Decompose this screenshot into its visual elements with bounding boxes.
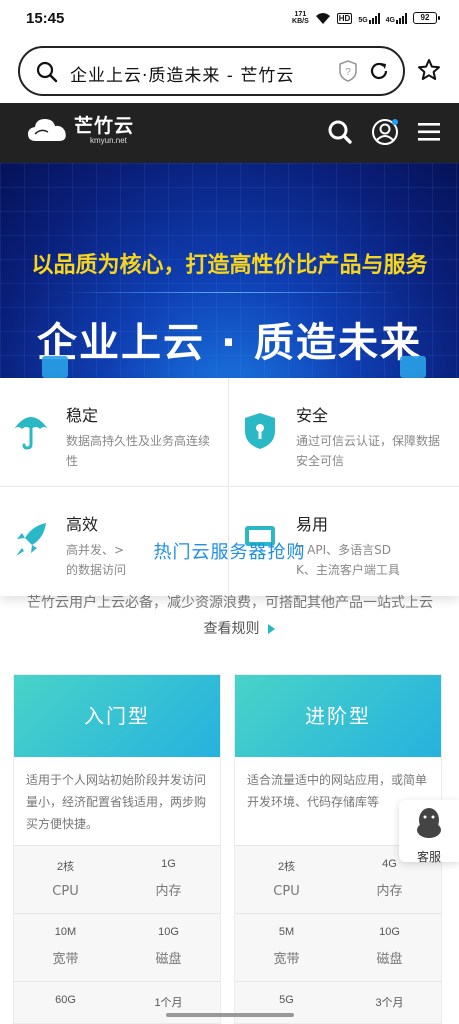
customer-service-label[interactable]: 客服 <box>399 848 459 865</box>
cloud-logo-icon <box>28 119 66 141</box>
feature-desc: 数据高持久性及业务高连续性 <box>66 434 211 468</box>
spec-cpu: 2核 CPU <box>14 846 117 913</box>
spec-value: 1个月 <box>154 997 183 1009</box>
spec-value: 2核 <box>277 861 296 873</box>
spec-disk: 10G 磁盘 <box>338 914 441 981</box>
spec-label: CPU <box>273 884 300 899</box>
battery-icon: 92 <box>413 12 440 24</box>
spec-value: 5G <box>279 994 294 1006</box>
product-specs: 2核 CPU 1G 内存 10M 宽带 10G 磁盘 60G 1个月 <box>14 845 220 1023</box>
banner-slogan: 以品质为核心，打造高性价比产品与服务 <box>31 253 428 278</box>
feature-secure: 安全 通过可信云认证，保障数据安全可信 <box>230 378 459 487</box>
feature-desc: 通过可信云认证，保障数据安全可信 <box>296 434 441 468</box>
spec-label: 宽带 <box>52 952 79 967</box>
logo-name: 芒竹云 <box>74 114 135 137</box>
spec-value: 5M <box>278 926 295 938</box>
feature-title: 安全 <box>296 406 329 425</box>
spec-label: CPU <box>52 884 79 899</box>
spec-extra: 5G <box>235 982 338 1023</box>
spec-value: 10G <box>379 926 400 938</box>
penguin-icon <box>417 808 441 838</box>
spec-value: 3个月 <box>375 997 404 1009</box>
spec-bandwidth: 5M 宽带 <box>235 914 338 981</box>
spec-cpu: 2核 CPU <box>235 846 338 913</box>
site-header: 芒竹云 kmyun.net <box>0 103 459 163</box>
spec-label: 磁盘 <box>376 952 403 967</box>
net-speed-unit: KB/S <box>292 18 309 25</box>
status-time: 15:45 <box>26 10 65 27</box>
product-specs: 2核 CPU 4G 内存 5M 宽带 10G 磁盘 5G 3个月 <box>235 845 441 1023</box>
spec-label: 内存 <box>376 884 403 899</box>
status-icons: 171 KB/S HD 5G 4G 92 <box>292 11 440 25</box>
spec-label: 内存 <box>155 884 182 899</box>
reload-icon[interactable] <box>368 60 390 82</box>
view-rules-label[interactable]: 查看规则 <box>204 621 260 637</box>
intro-text: 芒竹云用户上云必备，减少资源浪费，可搭配其他产品一站式上云 查看规则 <box>18 590 442 642</box>
banner-title: 企业上云 · 质造未来 <box>36 320 423 366</box>
net-speed-value: 171 <box>294 11 307 18</box>
signal-5g-label: 5G <box>358 16 368 24</box>
spec-bandwidth: 10M 宽带 <box>14 914 117 981</box>
status-bar: 15:45 171 KB/S HD 5G 4G 92 <box>0 0 459 38</box>
signal-4g: 4G <box>385 12 407 24</box>
shield-question-icon[interactable]: ? <box>338 60 358 82</box>
spec-value: 10G <box>158 926 179 938</box>
intro-body: 芒竹云用户上云必备，减少资源浪费，可搭配其他产品一站式上云 <box>27 595 433 611</box>
spec-memory: 1G 内存 <box>117 846 220 913</box>
spec-value: 1G <box>161 858 176 870</box>
spec-row: 60G 1个月 <box>14 981 220 1023</box>
feature-stable: 稳定 数据高持久性及业务高连续性 <box>0 378 229 487</box>
bookmark-star-icon[interactable] <box>417 58 441 82</box>
server-icon <box>400 356 426 378</box>
spec-value: 10M <box>54 926 77 938</box>
menu-icon[interactable] <box>417 121 441 143</box>
user-icon[interactable] <box>371 118 399 146</box>
spec-disk: 10G 磁盘 <box>117 914 220 981</box>
spec-row: 10M 宽带 10G 磁盘 <box>14 913 220 981</box>
product-desc: 适用于个人网站初始阶段并发访问量小，经济配置省钱适用，两步购买方便快捷。 <box>26 773 207 831</box>
customer-service-button[interactable]: 客服 <box>399 800 459 865</box>
hd-badge: HD <box>336 12 353 24</box>
server-icon <box>42 356 68 378</box>
logo-domain: kmyun.net <box>90 135 127 145</box>
spec-duration: 1个月 <box>117 982 220 1023</box>
product-name: 进阶型 <box>235 675 441 757</box>
signal-4g-label: 4G <box>385 16 395 24</box>
spec-duration: 3个月 <box>338 982 441 1023</box>
feature-title: 高效 <box>66 515 99 534</box>
product-name: 入门型 <box>14 675 220 757</box>
hero-banner[interactable]: 以品质为核心，打造高性价比产品与服务 企业上云 · 质造未来 <box>0 163 459 378</box>
search-icon[interactable] <box>36 61 58 83</box>
feature-title: 易用 <box>296 515 329 534</box>
signal-bars-icon <box>368 12 380 24</box>
signal-bars-icon <box>396 12 407 24</box>
umbrella-icon <box>14 417 48 450</box>
spec-label: 磁盘 <box>155 952 182 967</box>
spec-row: 5G 3个月 <box>235 981 441 1023</box>
address-bar[interactable]: 企业上云·质造未来 - 芒竹云 ? <box>18 46 405 96</box>
home-indicator[interactable] <box>166 1013 294 1017</box>
page-title[interactable]: 企业上云·质造未来 - 芒竹云 <box>70 61 294 86</box>
arrow-right-icon[interactable] <box>267 624 275 634</box>
spec-label: 宽带 <box>273 952 300 967</box>
product-card-basic[interactable]: 入门型 适用于个人网站初始阶段并发访问量小，经济配置省钱适用，两步购买方便快捷。… <box>13 674 221 1024</box>
spec-value: 2核 <box>56 861 75 873</box>
spec-value: 60G <box>55 994 76 1006</box>
banner-divider <box>60 292 400 293</box>
spec-row: 2核 CPU 1G 内存 <box>14 845 220 913</box>
shield-lock-icon <box>245 413 275 449</box>
spec-row: 5M 宽带 10G 磁盘 <box>235 913 441 981</box>
feature-title: 稳定 <box>66 406 99 425</box>
spec-extra: 60G <box>14 982 117 1023</box>
search-icon[interactable] <box>327 119 353 145</box>
site-logo[interactable]: 芒竹云 kmyun.net <box>26 115 134 145</box>
wifi-icon <box>315 12 330 24</box>
svg-text:?: ? <box>345 67 351 78</box>
view-rules-link[interactable]: 查看规则 <box>186 621 275 637</box>
section-title-hot: 热门云服务器抢购 <box>153 542 306 563</box>
signal-5g: 5G <box>358 12 380 24</box>
header-actions <box>327 118 441 146</box>
net-speed: 171 KB/S <box>292 11 309 25</box>
